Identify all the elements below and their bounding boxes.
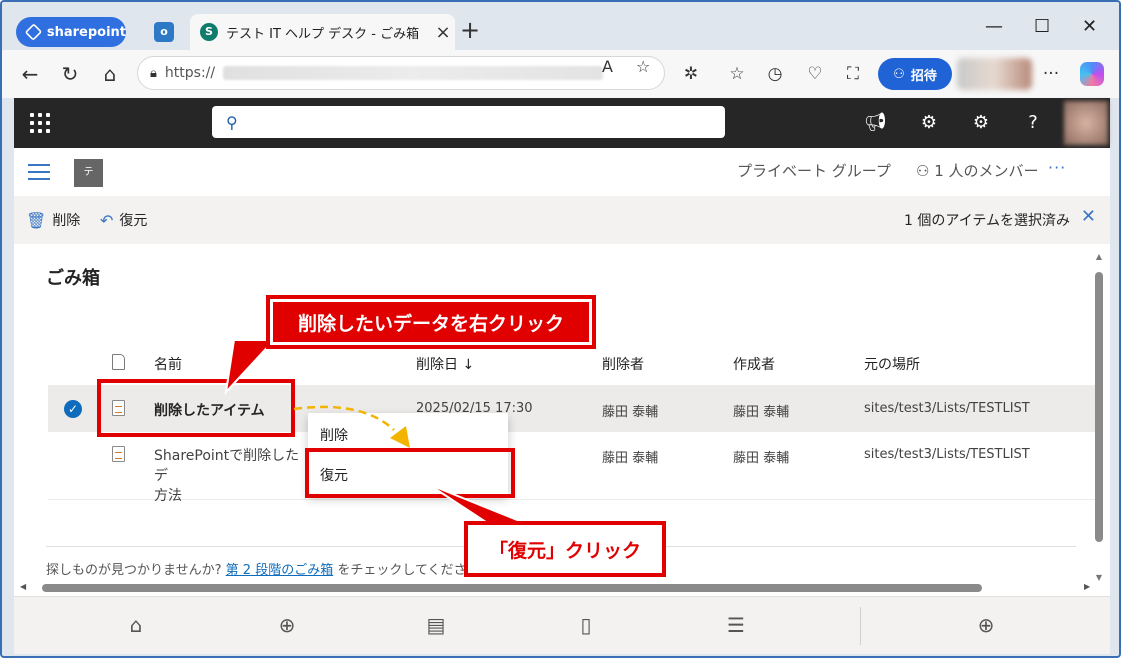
callout-restore: 「復元」クリック — [464, 521, 666, 577]
callout-right-click: 削除したいデータを右クリック — [266, 295, 596, 349]
dashed-arrow-line — [293, 405, 395, 431]
callout-right-click-text: 削除したいデータを右クリック — [270, 299, 592, 345]
browser-window: sharepoint o S テスト IT ヘルプ デスク - ごみ箱 × + … — [0, 0, 1121, 658]
callout-pointer-restore — [427, 483, 533, 527]
callout-restore-text: 「復元」クリック — [468, 525, 662, 573]
